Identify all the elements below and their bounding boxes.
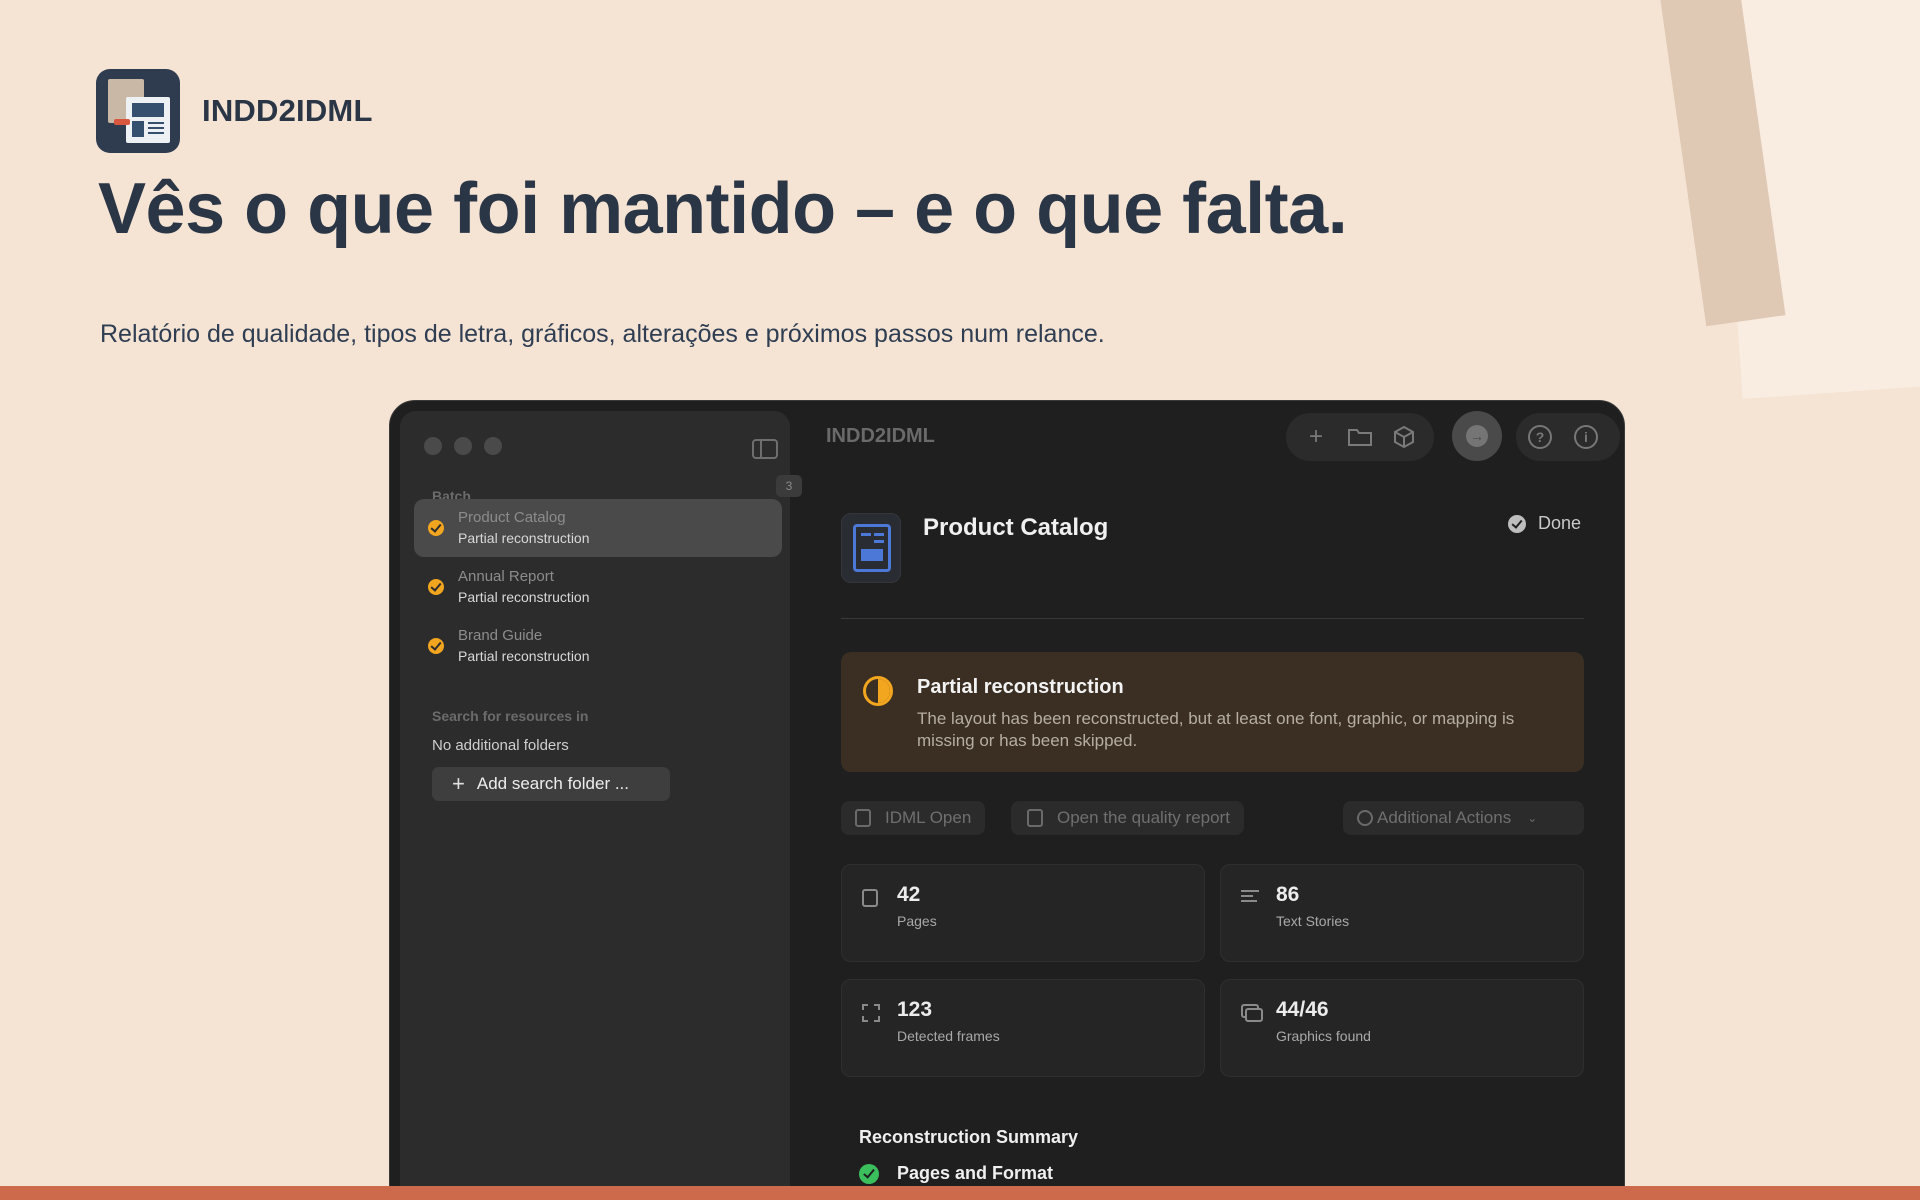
sidebar: Batch 3 Product Catalog Partial reconstr… [400, 411, 802, 1200]
more-icon [1357, 810, 1373, 826]
convert-icon: → [1466, 425, 1488, 447]
brand-header: INDD2IDML [96, 69, 373, 153]
stat-value: 86 [1276, 883, 1300, 906]
stat-card-graphics: 44/46 Graphics found [1220, 979, 1584, 1077]
summary-title: Reconstruction Summary [859, 1127, 1079, 1147]
batch-item-annual-report[interactable]: Annual Report Partial reconstruction [414, 558, 782, 616]
subheadline: Relatório de qualidade, tipos de letra, … [100, 320, 1105, 348]
stat-card-pages: 42 Pages [841, 864, 1205, 962]
sidebar-toggle-icon[interactable] [752, 439, 778, 459]
summary-row-label: Pages and Format [897, 1163, 1054, 1183]
batch-item-status: Partial reconstruction [458, 530, 590, 546]
open-external-icon [855, 809, 871, 827]
quality-report-label: Open the quality report [1057, 808, 1230, 827]
toolbar-help-group: ? i [1516, 413, 1620, 461]
batch-item-status: Partial reconstruction [458, 589, 590, 605]
plus-icon[interactable]: + [1294, 415, 1338, 459]
banner-text: The layout has been reconstructed, but a… [917, 709, 1515, 750]
warning-check-icon [428, 638, 444, 654]
stat-label: Detected frames [897, 1028, 1000, 1044]
add-search-folder-button[interactable]: + Add search folder ... [432, 767, 670, 801]
batch-item-title: Annual Report [458, 568, 554, 585]
close-window-button[interactable] [424, 437, 442, 455]
folder-icon[interactable] [1338, 415, 1382, 459]
batch-item-brand-guide[interactable]: Brand Guide Partial reconstruction [414, 617, 782, 675]
minimize-window-button[interactable] [454, 437, 472, 455]
package-icon[interactable] [1382, 415, 1426, 459]
status-text: Done [1538, 513, 1582, 533]
stat-value: 44/46 [1276, 998, 1329, 1021]
brand-name: INDD2IDML [202, 93, 373, 128]
window-controls [424, 437, 502, 455]
banner-title: Partial reconstruction [917, 676, 1124, 698]
status-badge: Done [1508, 513, 1581, 534]
warning-check-icon [428, 520, 444, 536]
check-circle-icon [859, 1163, 879, 1184]
stat-value: 123 [897, 998, 933, 1021]
photos-icon [1241, 1004, 1263, 1022]
text-lines-icon [1241, 889, 1259, 907]
stat-label: Pages [897, 913, 937, 929]
check-icon [1508, 514, 1526, 533]
window-title: INDD2IDML [826, 425, 935, 447]
stat-value: 42 [897, 883, 921, 906]
headline: Vês o que foi mantido – e o que falta. [98, 169, 1348, 249]
plus-icon: + [452, 771, 465, 796]
idml-open-label: IDML Open [885, 808, 972, 827]
document-title: Product Catalog [923, 514, 1109, 541]
convert-button[interactable]: → [1452, 411, 1502, 461]
half-circle-icon [863, 676, 893, 706]
stat-label: Text Stories [1276, 913, 1350, 929]
stat-card-text-stories: 86 Text Stories [1220, 864, 1584, 962]
add-search-folder-label: Add search folder ... [476, 774, 629, 793]
batch-item-product-catalog[interactable]: Product Catalog Partial reconstruction [414, 499, 782, 557]
zoom-window-button[interactable] [484, 437, 502, 455]
additional-actions-dropdown[interactable]: Additional Actions ⌄ [1343, 801, 1584, 835]
batch-item-status: Partial reconstruction [458, 648, 590, 664]
search-resources-label: Search for resources in [432, 708, 589, 724]
report-icon [1027, 809, 1043, 827]
idml-open-button[interactable]: IDML Open [841, 801, 986, 835]
stat-card-frames: 123 Detected frames [841, 979, 1205, 1077]
partial-reconstruction-banner: Partial reconstruction The layout has be… [841, 652, 1584, 772]
divider [841, 618, 1584, 619]
toolbar-main-group: + [1286, 413, 1434, 461]
info-icon[interactable]: i [1574, 425, 1598, 449]
help-icon[interactable]: ? [1528, 425, 1552, 449]
stat-label: Graphics found [1276, 1028, 1371, 1044]
chevron-down-icon: ⌄ [1527, 811, 1538, 825]
summary-row[interactable]: Pages and Format [859, 1163, 1053, 1184]
document-icon [841, 513, 901, 583]
additional-actions-label: Additional Actions [1377, 808, 1512, 827]
app-logo-icon [96, 69, 180, 153]
batch-count-badge: 3 [776, 475, 802, 497]
bottom-stripe [0, 1186, 1920, 1200]
frame-corners-icon [862, 1004, 880, 1022]
page-icon [862, 889, 878, 907]
batch-item-title: Product Catalog [458, 509, 566, 526]
batch-item-title: Brand Guide [458, 627, 543, 644]
quality-report-button[interactable]: Open the quality report [1011, 801, 1244, 835]
app-window: Batch 3 Product Catalog Partial reconstr… [389, 400, 1625, 1200]
no-folders-text: No additional folders [432, 737, 569, 754]
warning-check-icon [428, 579, 444, 595]
